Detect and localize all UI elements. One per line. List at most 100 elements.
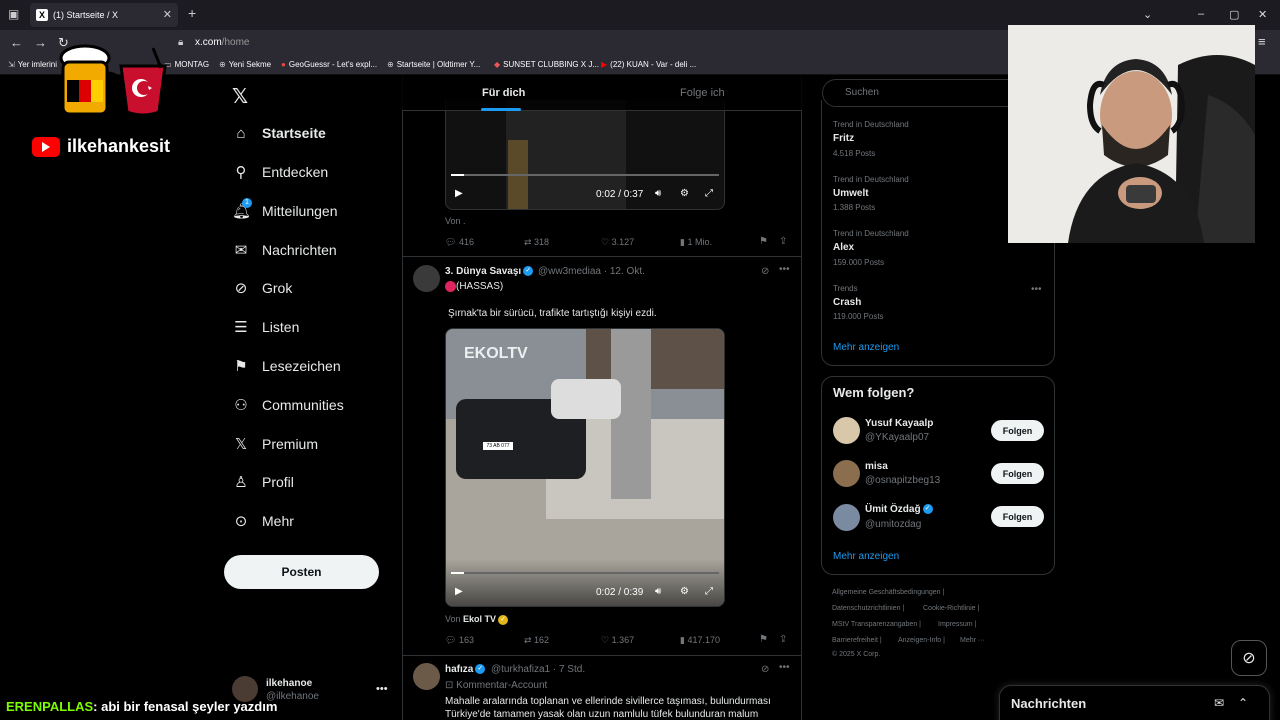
expand-icon[interactable]: ⌃ [1238, 696, 1248, 710]
follow-button[interactable]: Folgen [991, 506, 1044, 527]
bookmark-item[interactable]: ⊕ Startseite | Oldtimer Y... [387, 60, 480, 69]
maximize-icon[interactable]: ▢ [1229, 8, 1239, 21]
account-more-icon[interactable]: ••• [376, 683, 388, 695]
show-more-trends-link[interactable]: Mehr anzeigen [833, 342, 899, 353]
bookmark-item[interactable]: ▶ (22) KUAN - Var - deli ... [601, 60, 696, 69]
footer-link[interactable]: MStV Transparenzangaben | [832, 621, 921, 628]
tab-close-icon[interactable]: ✕ [163, 8, 172, 21]
settings-icon[interactable]: ⚙ [680, 188, 689, 199]
nav-more[interactable]: ⊙ Mehr [232, 509, 294, 533]
bookmark-item[interactable]: ◆ SUNSET CLUBBING X J... [494, 60, 599, 69]
nav-explore[interactable]: ⚲ Entdecken [232, 160, 329, 184]
who-to-follow-title: Wem folgen? [833, 385, 915, 400]
view-count[interactable]: ▮ 417.170 [680, 635, 720, 646]
back-icon[interactable]: ← [10, 35, 23, 50]
video-progress[interactable] [451, 174, 719, 176]
grok-floating-button[interactable]: ⊘ [1231, 640, 1267, 676]
post-button[interactable]: Posten [224, 555, 379, 589]
forward-icon[interactable]: → [34, 35, 47, 50]
follow-button[interactable]: Folgen [991, 463, 1044, 484]
new-message-icon[interactable]: ✉ [1214, 696, 1224, 710]
messages-drawer[interactable]: Nachrichten ✉ ⌃ [999, 685, 1270, 720]
suggestion-name[interactable]: Yusuf Kayaalp [865, 418, 933, 429]
browser-tab-active[interactable]: X (1) Startseite / X ✕ [30, 3, 178, 27]
trend-category: Trend in Deutschland [833, 229, 909, 238]
grok-icon[interactable]: ⊘ [761, 266, 769, 277]
bookmark-item[interactable]: ● GeoGuessr - Let's expl... [281, 60, 377, 69]
suggestion-name[interactable]: Ümit Özdağ ✓ [865, 504, 933, 515]
avatar[interactable] [833, 417, 860, 444]
nav-premium[interactable]: 𝕏 Premium [232, 432, 318, 456]
nav-bookmarks[interactable]: ⚑ Lesezeichen [232, 354, 340, 378]
repost-icon: ⇄ [524, 635, 535, 645]
nav-notifications[interactable]: 🔔︎ 1 Mitteilungen [232, 198, 338, 223]
view-count[interactable]: ▮ 1 Mio. [680, 237, 712, 248]
nav-communities[interactable]: ⚇ Communities [232, 393, 343, 417]
trend-name[interactable]: Alex [833, 242, 854, 253]
messages-drawer-title: Nachrichten [1011, 696, 1087, 711]
repost-count[interactable]: ⇄ 162 [524, 635, 549, 646]
fullscreen-icon[interactable]: ⤢ [705, 188, 713, 199]
more-icon[interactable]: ••• [779, 264, 790, 275]
trend-count: 1.388 Posts [833, 203, 876, 212]
new-tab-button[interactable]: + [188, 5, 196, 21]
repost-count[interactable]: ⇄ 318 [524, 237, 549, 248]
trend-name[interactable]: Umwelt [833, 188, 869, 199]
x-logo-icon[interactable]: 𝕏 [232, 84, 248, 109]
footer-link[interactable]: Mehr ··· [960, 637, 985, 644]
tab-for-you[interactable]: Für dich [482, 87, 525, 99]
suggestion-name[interactable]: misa [865, 461, 888, 472]
tab-overflow-icon[interactable]: ⌄ [1143, 8, 1152, 21]
avatar[interactable] [413, 663, 440, 690]
settings-icon[interactable]: ⚙ [680, 586, 689, 597]
avatar[interactable] [833, 504, 860, 531]
bookmark-item[interactable]: ⇲ Yer imlerini [8, 60, 57, 69]
trend-more-icon[interactable]: ••• [1031, 284, 1042, 295]
grok-icon[interactable]: ⊘ [761, 664, 769, 675]
show-more-suggestions-link[interactable]: Mehr anzeigen [833, 551, 899, 562]
more-icon[interactable]: ••• [779, 662, 790, 673]
nav-lists[interactable]: ☰ Listen [232, 315, 299, 339]
volume-icon[interactable]: 🔊︎ [655, 586, 661, 597]
video-progress[interactable] [451, 572, 719, 574]
tweet-video[interactable]: 73 AB 077 EKOLTV [445, 328, 725, 607]
footer-link[interactable]: Cookie-Richtlinie | [923, 605, 979, 612]
bookmark-icon[interactable]: ⚑ [759, 236, 768, 247]
nav-grok[interactable]: ⊘ Grok [232, 276, 293, 300]
close-window-icon[interactable]: ✕ [1258, 8, 1267, 21]
fullscreen-icon[interactable]: ⤢ [705, 586, 713, 597]
share-icon[interactable]: ⇪ [779, 236, 787, 247]
trend-name[interactable]: Fritz [833, 133, 854, 144]
reply-count[interactable]: 💬︎ 163 [445, 635, 474, 646]
footer-link[interactable]: Anzeigen-Info | [898, 637, 945, 644]
like-count[interactable]: ♡ 1.367 [601, 635, 634, 646]
follow-button[interactable]: Folgen [991, 420, 1044, 441]
volume-icon[interactable]: 🔊︎ [655, 188, 661, 199]
nav-home[interactable]: ⌂ Startseite [232, 121, 325, 145]
minimize-icon[interactable]: – [1198, 8, 1204, 20]
verified-badge-icon: ✓ [922, 504, 933, 515]
bookmark-icon[interactable]: ⚑ [759, 634, 768, 645]
footer-link[interactable]: Barrierefreiheit | [832, 637, 882, 644]
play-icon[interactable]: ▶ [455, 586, 463, 597]
trend-count: 159.000 Posts [833, 258, 885, 267]
trend-name[interactable]: Crash [833, 297, 861, 308]
footer-link[interactable]: Impressum | [938, 621, 976, 628]
nav-profile[interactable]: ♙ Profil [232, 470, 294, 494]
tweet-author[interactable]: hafıza ✓ [445, 664, 486, 675]
tab-list-icon[interactable]: ▣ [8, 7, 19, 21]
footer-link[interactable]: Datenschutzrichtlinien | [832, 605, 904, 612]
avatar[interactable] [833, 460, 860, 487]
share-icon[interactable]: ⇪ [779, 634, 787, 645]
bookmark-item[interactable]: ⊕ Yeni Sekme [219, 60, 271, 69]
reply-count[interactable]: 💬︎ 416 [445, 237, 474, 248]
tweet-author[interactable]: 3. Dünya Savaşı ✓ [445, 266, 534, 277]
address-bar[interactable]: x.com/home [195, 37, 249, 48]
browser-menu-icon[interactable]: ≡ [1258, 34, 1266, 49]
footer-link[interactable]: Allgemeine Geschäftsbedingungen | [832, 589, 944, 596]
play-icon[interactable]: ▶ [455, 188, 463, 199]
nav-messages[interactable]: ✉ Nachrichten [232, 238, 337, 262]
tab-following[interactable]: Folge ich [680, 87, 725, 99]
avatar[interactable] [413, 265, 440, 292]
like-count[interactable]: ♡ 3.127 [601, 237, 634, 248]
